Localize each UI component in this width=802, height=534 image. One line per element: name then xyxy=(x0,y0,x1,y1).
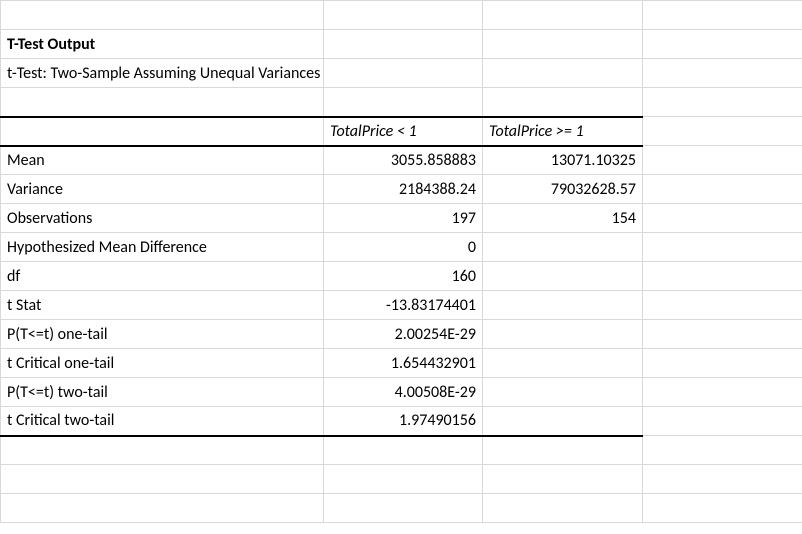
row-label[interactable]: Observations xyxy=(1,204,324,233)
cell[interactable] xyxy=(643,465,802,494)
cell[interactable] xyxy=(643,30,802,59)
grid-row xyxy=(1,465,802,494)
cell[interactable] xyxy=(643,117,802,146)
row-label[interactable]: t Critical two-tail xyxy=(1,407,324,436)
cell[interactable] xyxy=(1,88,324,117)
value-g1[interactable]: 2.00254E-29 xyxy=(324,320,483,349)
data-row: df 160 xyxy=(1,262,802,291)
cell[interactable] xyxy=(643,494,802,523)
value-g1[interactable]: 3055.858883 xyxy=(324,146,483,175)
row-label[interactable]: df xyxy=(1,262,324,291)
value-g2[interactable]: 79032628.57 xyxy=(483,175,643,204)
row-label[interactable]: Variance xyxy=(1,175,324,204)
cell[interactable] xyxy=(643,378,802,407)
cell[interactable] xyxy=(483,59,643,88)
cell[interactable] xyxy=(483,465,643,494)
value-g2[interactable] xyxy=(483,262,643,291)
cell[interactable] xyxy=(643,320,802,349)
spreadsheet-viewport: T-Test Output t-Test: Two-Sample Assumin… xyxy=(0,0,802,534)
data-row: t Critical two-tail 1.97490156 xyxy=(1,407,802,436)
value-g2[interactable] xyxy=(483,320,643,349)
row-label[interactable]: Mean xyxy=(1,146,324,175)
value-g2[interactable] xyxy=(483,407,643,436)
spreadsheet-grid: T-Test Output t-Test: Two-Sample Assumin… xyxy=(0,0,802,523)
grid-row xyxy=(1,436,802,465)
data-row: Observations 197 154 xyxy=(1,204,802,233)
cell[interactable] xyxy=(1,465,324,494)
value-g1[interactable]: 1.97490156 xyxy=(324,407,483,436)
row-label[interactable]: P(T<=t) two-tail xyxy=(1,378,324,407)
cell[interactable] xyxy=(324,88,483,117)
subtitle-text: t-Test: Two-Sample Assuming Unequal Vari… xyxy=(7,64,320,83)
title-cell[interactable]: T-Test Output xyxy=(1,30,324,59)
data-row: Mean 3055.858883 13071.10325 xyxy=(1,146,802,175)
cell[interactable] xyxy=(643,175,802,204)
cell[interactable] xyxy=(643,407,802,436)
data-row: P(T<=t) two-tail 4.00508E-29 xyxy=(1,378,802,407)
cell[interactable] xyxy=(643,88,802,117)
cell[interactable] xyxy=(483,30,643,59)
row-label[interactable]: P(T<=t) one-tail xyxy=(1,320,324,349)
value-g1[interactable]: 160 xyxy=(324,262,483,291)
cell[interactable] xyxy=(643,204,802,233)
title-text: T-Test Output xyxy=(7,35,95,54)
row-label[interactable]: t Stat xyxy=(1,291,324,320)
cell[interactable] xyxy=(1,494,324,523)
value-g1[interactable]: 4.00508E-29 xyxy=(324,378,483,407)
value-g1[interactable]: 2184388.24 xyxy=(324,175,483,204)
cell[interactable] xyxy=(1,1,324,30)
value-g1[interactable]: -13.83174401 xyxy=(324,291,483,320)
grid-row: t-Test: Two-Sample Assuming Unequal Vari… xyxy=(1,59,802,88)
cell[interactable] xyxy=(643,59,802,88)
cell[interactable] xyxy=(483,1,643,30)
cell[interactable] xyxy=(643,1,802,30)
cell[interactable] xyxy=(483,494,643,523)
data-row: Hypothesized Mean Difference 0 xyxy=(1,233,802,262)
value-g2[interactable] xyxy=(483,378,643,407)
value-g2[interactable]: 13071.10325 xyxy=(483,146,643,175)
cell[interactable] xyxy=(324,436,483,465)
cell[interactable] xyxy=(643,146,802,175)
cell[interactable] xyxy=(643,262,802,291)
cell[interactable] xyxy=(324,30,483,59)
value-g1[interactable]: 1.654432901 xyxy=(324,349,483,378)
cell[interactable] xyxy=(324,1,483,30)
value-g2[interactable] xyxy=(483,291,643,320)
grid-row xyxy=(1,88,802,117)
header-group2[interactable]: TotalPrice >= 1 xyxy=(483,117,643,146)
grid-row: T-Test Output xyxy=(1,30,802,59)
data-row: Variance 2184388.24 79032628.57 xyxy=(1,175,802,204)
cell[interactable] xyxy=(643,291,802,320)
cell[interactable] xyxy=(324,494,483,523)
cell[interactable] xyxy=(324,59,483,88)
cell[interactable] xyxy=(643,233,802,262)
subtitle-cell[interactable]: t-Test: Two-Sample Assuming Unequal Vari… xyxy=(1,59,324,88)
cell[interactable] xyxy=(483,88,643,117)
cell[interactable] xyxy=(643,436,802,465)
cell[interactable] xyxy=(643,349,802,378)
cell[interactable] xyxy=(1,436,324,465)
header-group1[interactable]: TotalPrice < 1 xyxy=(324,117,483,146)
data-row: P(T<=t) one-tail 2.00254E-29 xyxy=(1,320,802,349)
data-row: t Critical one-tail 1.654432901 xyxy=(1,349,802,378)
row-label[interactable]: t Critical one-tail xyxy=(1,349,324,378)
cell[interactable] xyxy=(324,465,483,494)
header-blank[interactable] xyxy=(1,117,324,146)
value-g2[interactable] xyxy=(483,233,643,262)
value-g2[interactable] xyxy=(483,349,643,378)
grid-row xyxy=(1,1,802,30)
grid-row xyxy=(1,494,802,523)
value-g1[interactable]: 0 xyxy=(324,233,483,262)
value-g1[interactable]: 197 xyxy=(324,204,483,233)
value-g2[interactable]: 154 xyxy=(483,204,643,233)
header-row: TotalPrice < 1 TotalPrice >= 1 xyxy=(1,117,802,146)
data-row: t Stat -13.83174401 xyxy=(1,291,802,320)
cell[interactable] xyxy=(483,436,643,465)
row-label[interactable]: Hypothesized Mean Difference xyxy=(1,233,324,262)
